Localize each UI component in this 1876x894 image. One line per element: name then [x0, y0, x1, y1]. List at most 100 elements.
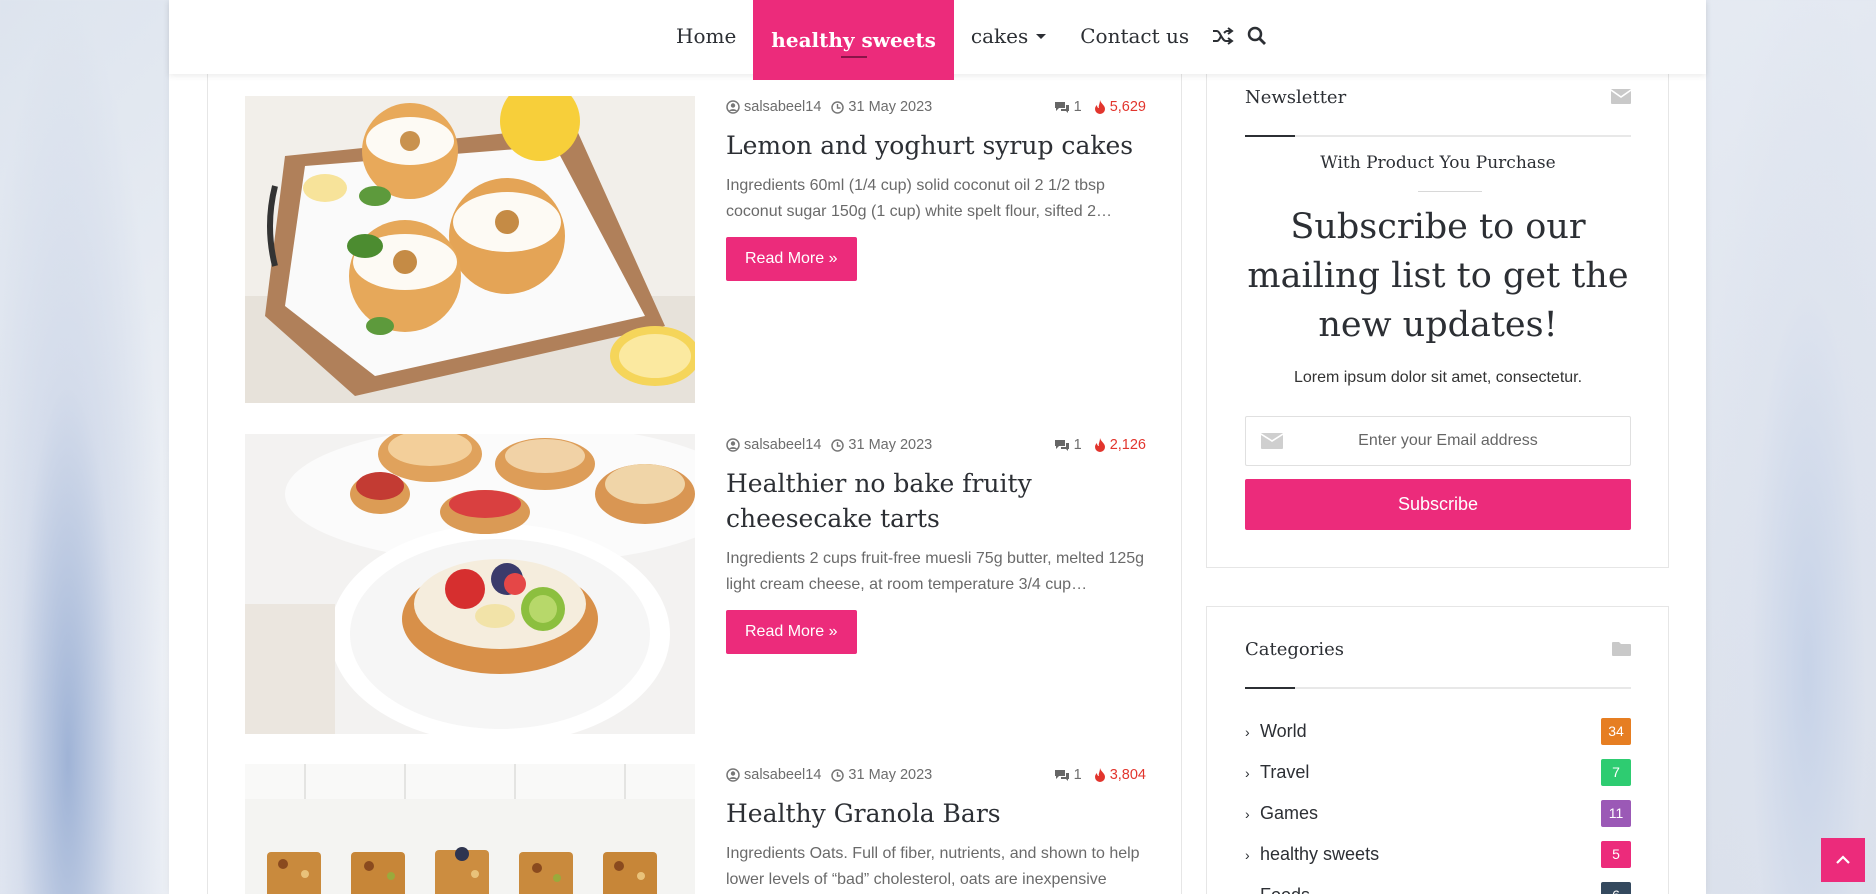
date-text: 31 May 2023 — [848, 437, 933, 453]
date-text: 31 May 2023 — [848, 99, 933, 115]
chevron-right-icon: › — [1245, 888, 1260, 894]
read-more-button[interactable]: Read More » — [726, 610, 857, 654]
post-meta: salsabeel14 31 May 2023 1 3,804 — [726, 764, 1146, 786]
back-to-top-button[interactable] — [1821, 838, 1865, 882]
category-name: healthy sweets — [1260, 844, 1380, 864]
post-date: 31 May 2023 — [831, 99, 932, 115]
post-stats: 1 3,804 — [1054, 767, 1146, 783]
comments-count[interactable]: 1 — [1054, 767, 1082, 783]
comments-number: 1 — [1073, 99, 1082, 115]
search-icon[interactable] — [1240, 0, 1274, 72]
chevron-up-icon — [1836, 855, 1850, 864]
post-date: 31 May 2023 — [831, 767, 932, 783]
author[interactable]: salsabeel14 — [726, 99, 821, 115]
post-title[interactable]: Healthier no bake fruity cheesecake tart… — [726, 466, 1146, 536]
content-border-right — [1181, 74, 1182, 894]
post-title[interactable]: Healthy Granola Bars — [726, 796, 1146, 831]
newsletter-subtitle: With Product You Purchase — [1320, 153, 1556, 173]
category-count: 6 — [1601, 882, 1631, 894]
categories-widget: Categories › World 34 › Travel 7 › Games 11 › h… — [1206, 606, 1669, 894]
widget-header: Newsletter — [1245, 81, 1632, 137]
category-name: Foods — [1260, 885, 1310, 894]
category-item-travel[interactable]: › Travel 7 — [1245, 752, 1631, 793]
post-excerpt: Ingredients 2 cups fruit-free muesli 75g… — [726, 550, 1145, 593]
comments-count[interactable]: 1 — [1054, 437, 1082, 453]
category-count: 11 — [1601, 800, 1631, 827]
category-count: 7 — [1601, 759, 1631, 786]
nav-label: Contact us — [1080, 24, 1190, 48]
page-container: Home healthy sweets cakes Contact us sal… — [169, 0, 1706, 894]
views-number: 5,629 — [1109, 99, 1146, 115]
widget-header: Categories — [1245, 633, 1631, 689]
post-body: salsabeel14 31 May 2023 1 3,804 Healthy … — [726, 764, 1146, 893]
post-thumbnail-cheesecake-tarts[interactable] — [245, 434, 695, 734]
category-count: 34 — [1601, 718, 1631, 745]
widget-title: Newsletter — [1245, 87, 1347, 108]
content-border-left — [207, 74, 208, 894]
nav-item-cakes[interactable]: cakes — [954, 0, 1063, 72]
nav-item-contact[interactable]: Contact us — [1063, 0, 1206, 72]
fire-icon — [1094, 767, 1105, 782]
author-name: salsabeel14 — [744, 437, 822, 453]
category-name: Games — [1260, 803, 1319, 823]
widget-title: Categories — [1245, 639, 1344, 660]
email-input[interactable] — [1298, 432, 1598, 450]
shuffle-icon[interactable] — [1206, 0, 1240, 72]
comments-icon — [1054, 101, 1069, 113]
post-stats: 1 2,126 — [1054, 437, 1146, 453]
background-left — [0, 0, 170, 894]
read-more-button[interactable]: Read More » — [726, 237, 857, 281]
nav-item-home[interactable]: Home — [659, 0, 753, 72]
comments-icon — [1054, 769, 1069, 781]
comments-number: 1 — [1073, 437, 1082, 453]
post-stats: 1 5,629 — [1054, 99, 1146, 115]
nav-label: Home — [676, 24, 737, 48]
comments-icon — [1054, 439, 1069, 451]
comments-count[interactable]: 1 — [1054, 99, 1082, 115]
newsletter-headline: Subscribe to our mailing list to get the… — [1247, 207, 1629, 345]
post-thumbnail-lemon-cakes[interactable] — [245, 96, 695, 403]
widget-title-underline — [1245, 687, 1631, 689]
category-item-foods[interactable]: ›Foods 6 — [1245, 875, 1631, 894]
author[interactable]: salsabeel14 — [726, 767, 821, 783]
email-field[interactable] — [1245, 416, 1631, 466]
fire-icon — [1094, 437, 1105, 452]
widget-title-underline — [1245, 135, 1631, 137]
fire-icon — [1094, 99, 1105, 114]
newsletter-widget: Newsletter With Product You Purchase Sub… — [1206, 54, 1669, 568]
envelope-icon — [1610, 89, 1632, 108]
post-title[interactable]: Lemon and yoghurt syrup cakes — [726, 128, 1146, 163]
subscribe-button[interactable]: Subscribe — [1245, 479, 1631, 530]
category-name: Travel — [1260, 762, 1310, 782]
clock-icon — [831, 768, 845, 782]
post-meta: salsabeel14 31 May 2023 1 2,126 — [726, 434, 1146, 456]
comments-number: 1 — [1073, 767, 1082, 783]
category-item-healthy-sweets[interactable]: › healthy sweets 5 — [1245, 834, 1631, 875]
views-number: 3,804 — [1109, 767, 1146, 783]
post-body: salsabeel14 31 May 2023 1 5,629 Lemon an… — [726, 96, 1146, 281]
chevron-right-icon: › — [1245, 846, 1250, 863]
author-name: salsabeel14 — [744, 99, 822, 115]
nav-item-healthy-sweets[interactable]: healthy sweets — [753, 0, 954, 80]
background-right — [1706, 0, 1876, 894]
nav-label: healthy sweets — [771, 28, 936, 52]
category-list: › World 34 › Travel 7 › Games 11 › healthy swee… — [1245, 711, 1631, 894]
newsletter-text: Lorem ipsum dolor sit amet, consectetur. — [1293, 369, 1583, 386]
date-text: 31 May 2023 — [848, 767, 933, 783]
category-item-games[interactable]: › Games 11 — [1245, 793, 1631, 834]
post-thumbnail-granola-bars[interactable] — [245, 764, 695, 894]
post-date: 31 May 2023 — [831, 437, 932, 453]
author-name: salsabeel14 — [744, 767, 822, 783]
chevron-right-icon: › — [1245, 764, 1250, 781]
envelope-icon — [1246, 433, 1298, 449]
category-item-world[interactable]: › World 34 — [1245, 711, 1631, 752]
main-nav: Home healthy sweets cakes Contact us — [659, 0, 1274, 80]
category-name: World — [1260, 721, 1307, 741]
views-number: 2,126 — [1109, 437, 1146, 453]
folder-icon — [1612, 641, 1631, 660]
post-body: salsabeel14 31 May 2023 1 2,126 Healthie… — [726, 434, 1146, 654]
author[interactable]: salsabeel14 — [726, 437, 821, 453]
category-count: 5 — [1601, 841, 1631, 868]
user-icon — [726, 768, 740, 782]
user-icon — [726, 438, 740, 452]
